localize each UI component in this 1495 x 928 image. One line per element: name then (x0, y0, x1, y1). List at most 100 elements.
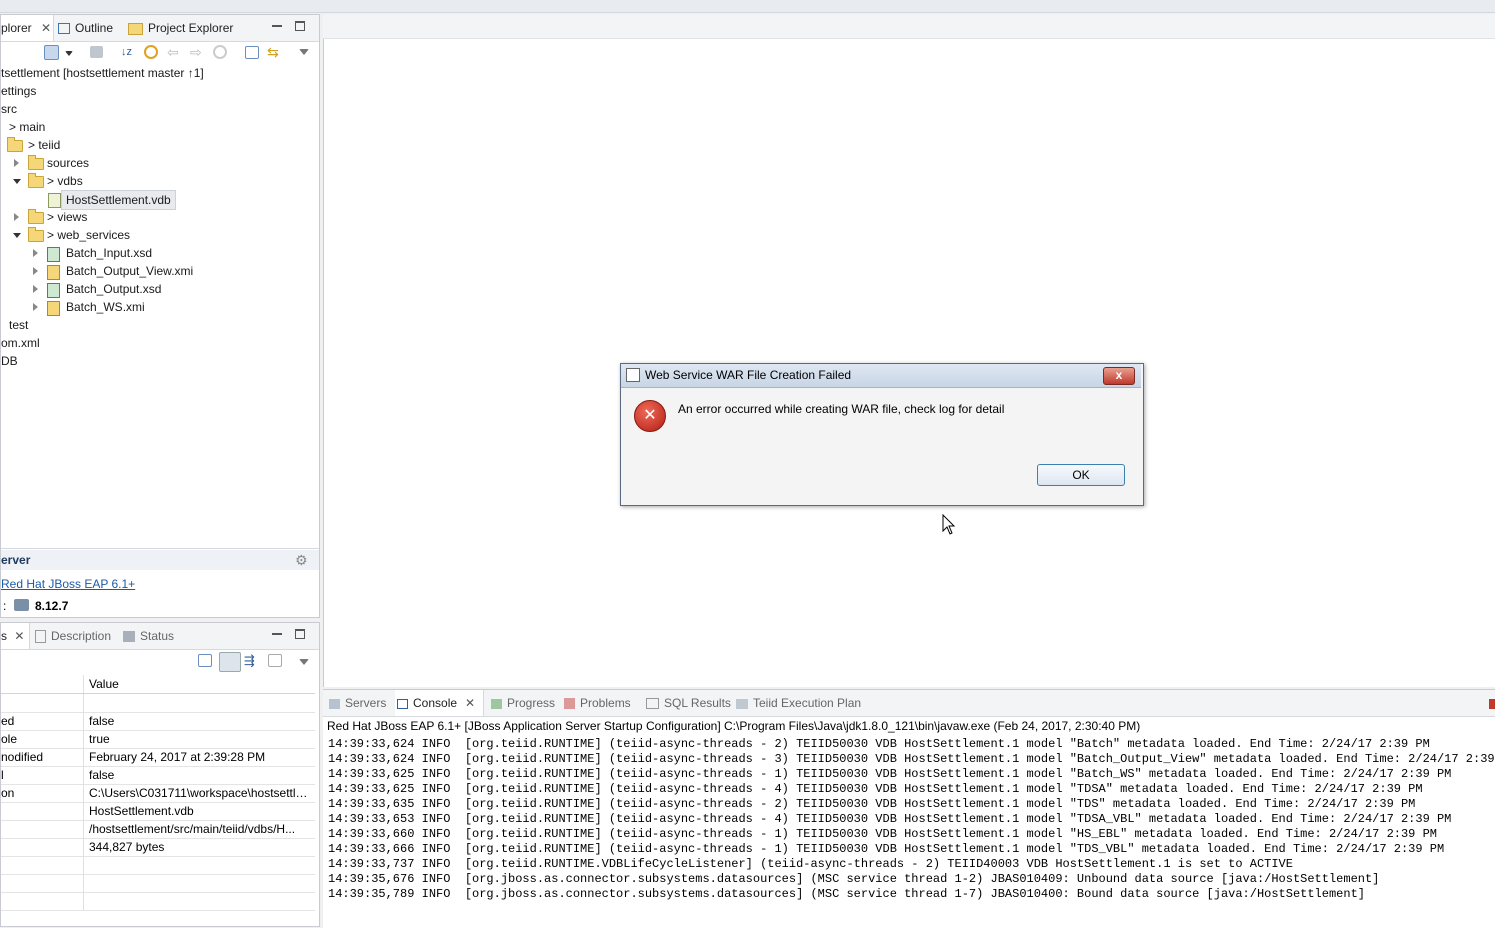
expand-icon[interactable] (14, 213, 19, 221)
maximize-button[interactable] (295, 21, 305, 31)
column-divider (83, 730, 84, 748)
tab-status[interactable]: Status (123, 623, 181, 649)
categories-icon[interactable] (219, 652, 241, 672)
table-row[interactable]: ole true (1, 730, 315, 749)
column-divider (83, 766, 84, 784)
tree-item-vdbs[interactable]: > vdbs (47, 172, 83, 190)
table-row[interactable] (1, 874, 315, 893)
tree-item-label: ettings (1, 84, 37, 98)
tree-item-test[interactable]: test (1, 316, 28, 334)
expand-icon[interactable] (33, 285, 38, 293)
table-row[interactable]: HostSettlement.vdb (1, 802, 315, 821)
close-icon[interactable]: ✕ (14, 629, 24, 643)
dialog-close-button[interactable]: x (1103, 367, 1135, 385)
column-divider (83, 712, 84, 730)
table-row[interactable] (1, 856, 315, 875)
column-divider (83, 675, 84, 693)
tab-progress[interactable]: Progress (491, 690, 555, 716)
expand-icon[interactable] (33, 303, 38, 311)
server-link[interactable]: Red Hat JBoss EAP 6.1+ (1, 577, 135, 591)
view-menu-icon[interactable] (299, 659, 309, 665)
sort-icon[interactable]: ↓z (121, 45, 137, 61)
ok-button[interactable]: OK (1037, 464, 1125, 486)
minimize-button[interactable] (272, 21, 282, 27)
tab-sql-results[interactable]: SQL Results (646, 690, 731, 716)
column-divider (83, 820, 84, 838)
tree-item-pom[interactable]: om.xml (1, 334, 40, 352)
close-icon[interactable]: ✕ (465, 696, 475, 710)
table-row[interactable]: ed false (1, 712, 315, 731)
minimize-button[interactable] (272, 629, 282, 635)
tree-item-hostsettlement-vdb[interactable]: HostSettlement.vdb (61, 190, 176, 210)
tree-item-main[interactable]: > main (1, 118, 45, 136)
tree-item-web-services[interactable]: > web_services (47, 226, 130, 244)
tab-outline[interactable]: Outline (58, 15, 120, 41)
property-key: ed (1, 714, 15, 728)
collapse-icon[interactable] (13, 179, 21, 184)
collapse-icon[interactable] (13, 233, 21, 238)
close-icon[interactable]: ✕ (41, 21, 51, 35)
collapse-all-icon[interactable] (245, 46, 259, 59)
tree-item-batch-ws[interactable]: Batch_WS.xmi (66, 298, 145, 316)
tree-item-batch-output-view[interactable]: Batch_Output_View.xmi (66, 262, 193, 280)
dialog-titlebar[interactable]: Web Service WAR File Creation Failed x (621, 364, 1141, 388)
table-row[interactable]: on C:\Users\C031711\workspace\hostsettle.… (1, 784, 315, 803)
property-value: true (89, 732, 110, 746)
expand-icon[interactable] (33, 267, 38, 275)
server-section-header: erver ⚙ (1, 550, 319, 570)
tree-item-db[interactable]: DB (1, 352, 18, 370)
sync-icon[interactable] (144, 45, 158, 59)
properties-toolbar: ⇶ (1, 650, 319, 674)
table-row[interactable]: l false (1, 766, 315, 785)
expand-icon[interactable] (33, 249, 38, 257)
tab-teiid-execution-plan[interactable]: Teiid Execution Plan (736, 690, 861, 716)
tree-item-batch-output[interactable]: Batch_Output.xsd (66, 280, 161, 298)
tree-item-teiid[interactable]: > teiid (28, 136, 60, 154)
editor-area[interactable] (323, 14, 1495, 687)
tab-label: Outline (75, 21, 114, 35)
filter-icon[interactable] (90, 46, 103, 58)
tree-item-sources[interactable]: sources (47, 154, 89, 172)
back-arrow-icon[interactable]: ⇦ (167, 44, 183, 60)
new-icon[interactable] (44, 45, 59, 60)
tree-item-src[interactable]: src (1, 100, 17, 118)
gear-icon[interactable]: ⚙ (295, 553, 308, 567)
link-editor-icon[interactable]: ⇆ (267, 44, 283, 60)
refresh-icon[interactable] (213, 45, 227, 59)
restore-default-icon[interactable] (268, 654, 282, 667)
error-icon: ✕ (634, 400, 666, 432)
version-prefix: : (3, 599, 7, 613)
table-row[interactable] (1, 892, 315, 911)
tab-properties[interactable]: s ✕ (1, 623, 30, 649)
table-row[interactable]: nodified February 24, 2017 at 2:39:28 PM (1, 748, 315, 767)
advanced-icon[interactable]: ⇶ (244, 653, 260, 669)
tree-item-views[interactable]: > views (47, 208, 87, 226)
chevron-down-icon[interactable] (65, 51, 73, 56)
expand-icon[interactable] (14, 159, 19, 167)
folder-icon (28, 209, 44, 224)
tab-project-explorer[interactable]: Project Explorer (128, 15, 240, 41)
tab-package-explorer[interactable]: plorer ✕ (1, 15, 54, 41)
tab-description[interactable]: Description (35, 623, 117, 649)
tab-servers[interactable]: Servers (329, 690, 386, 716)
console-tabbar: Servers Console ✕ Progress Problems SQL R… (323, 690, 1495, 717)
forward-arrow-icon[interactable]: ⇨ (190, 44, 206, 60)
pin-icon[interactable] (198, 654, 212, 667)
tree-item-batch-input[interactable]: Batch_Input.xsd (66, 244, 152, 262)
tree-item-label: src (1, 102, 17, 116)
terminate-icon[interactable] (1489, 699, 1495, 709)
view-menu-icon[interactable] (299, 49, 309, 55)
table-row[interactable]: /hostsettlement/src/main/teiid/vdbs/H... (1, 820, 315, 839)
table-row[interactable] (1, 694, 315, 713)
column-divider (83, 874, 84, 892)
tab-console[interactable]: Console ✕ (395, 690, 484, 716)
maximize-button[interactable] (295, 629, 305, 639)
property-key: ole (1, 732, 18, 746)
tree-item-label: Batch_WS.xmi (66, 300, 145, 314)
tab-label: Teiid Execution Plan (753, 696, 862, 710)
table-row[interactable]: 344,827 bytes (1, 838, 315, 857)
console-line: 14:39:33,653 INFO [org.teiid.RUNTIME] (t… (328, 812, 1452, 826)
tree-item-settings[interactable]: ettings (1, 82, 36, 100)
tree-item-project[interactable]: tsettlement [hostsettlement master ↑1] (1, 64, 204, 82)
tab-problems[interactable]: Problems (564, 690, 631, 716)
